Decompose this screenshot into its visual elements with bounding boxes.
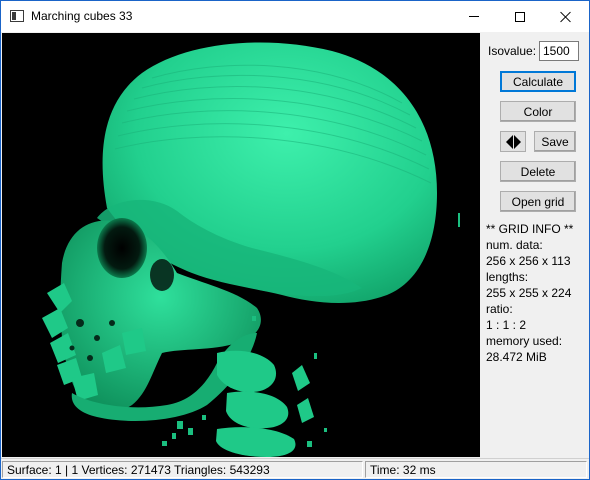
save-button[interactable]: Save [534, 131, 576, 152]
status-surface-stats: Surface: 1 | 1 Vertices: 271473 Triangle… [2, 461, 363, 478]
close-icon [560, 11, 572, 23]
app-window-icon[interactable] [10, 10, 24, 22]
grid-info: ** GRID INFO ** num. data: 256 x 256 x 1… [486, 221, 588, 365]
status-time: Time: 32 ms [365, 461, 587, 478]
cervical-vertebrae [216, 350, 314, 457]
arrow-left-icon [505, 134, 513, 149]
cheek-cavity [150, 259, 174, 291]
ratio-value: 1 : 1 : 2 [486, 318, 527, 332]
grid-info-header: ** GRID INFO ** [486, 222, 574, 236]
memory-value: 28.472 MiB [486, 350, 547, 364]
title-bar[interactable]: Marching cubes 33 [1, 1, 589, 32]
control-panel: Isovalue: Calculate Color Save Delete Op… [481, 33, 589, 457]
eye-orbit [97, 218, 147, 278]
surface-switch-button[interactable] [500, 131, 526, 152]
memory-label: memory used: [486, 334, 563, 348]
maximize-button[interactable] [497, 1, 543, 32]
close-button[interactable] [543, 1, 589, 32]
status-bar: Surface: 1 | 1 Vertices: 271473 Triangle… [1, 458, 589, 479]
delete-button[interactable]: Delete [500, 161, 576, 182]
app-window: Marching cubes 33 Isovalue: 1500 Calcula… [0, 0, 590, 480]
window-title: Marching cubes 33 [31, 9, 133, 23]
isovalue-input[interactable] [539, 41, 579, 61]
isovalue-label: Isovalue: [488, 44, 537, 58]
color-button[interactable]: Color [500, 101, 576, 122]
lengths-value: 255 x 255 x 224 [486, 286, 572, 300]
lengths-label: lengths: [486, 270, 529, 284]
num-data-value: 256 x 256 x 113 [486, 254, 571, 268]
open-grid-button[interactable]: Open grid [500, 191, 576, 212]
minimize-button[interactable] [451, 1, 497, 32]
calculate-button[interactable]: Calculate [500, 71, 576, 92]
num-data-label: num. data: [486, 238, 543, 252]
skull-isosurface-render [42, 42, 460, 457]
arrow-right-icon [513, 134, 521, 149]
maximize-icon [515, 11, 525, 22]
render-viewport[interactable] [2, 33, 480, 457]
minimize-icon [469, 16, 479, 17]
ratio-label: ratio: [486, 302, 513, 316]
